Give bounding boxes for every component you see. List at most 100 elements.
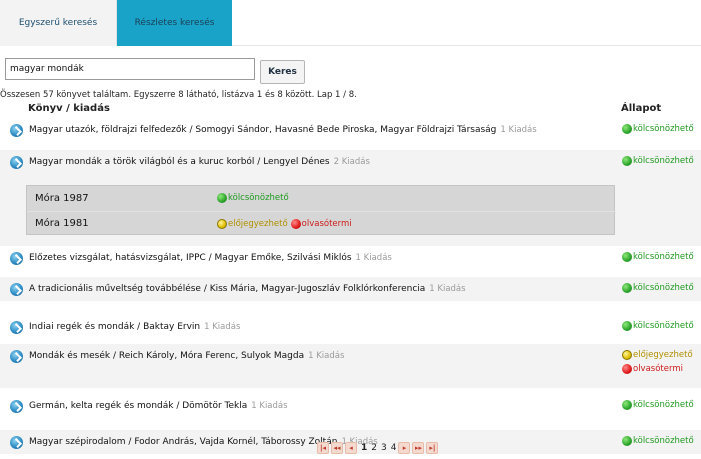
edition-label: Móra 1987 [35, 192, 89, 204]
status-label: olvasótermi [301, 218, 352, 229]
status-green: kölcsönözhető [622, 321, 701, 331]
book-title-link[interactable]: Magyar szépirodalom / Fodor András, Vajd… [29, 437, 337, 447]
prev-page-button[interactable] [345, 442, 357, 454]
status-cell: kölcsönözhető [622, 400, 701, 410]
status-cell: kölcsönözhető [622, 283, 701, 293]
book-title-link[interactable]: Előzetes vizsgálat, hatásvizsgálat, IPPC… [29, 253, 352, 263]
expand-info-icon[interactable] [10, 155, 23, 169]
page-number-link[interactable]: 4 [391, 443, 397, 453]
prev-block-button[interactable] [331, 442, 343, 454]
status-cell: előjegyezhető olvasótermi [622, 350, 701, 374]
status-green: kölcsönözhető [217, 193, 289, 203]
book-title-link[interactable]: Mondák és mesék / Reich Károly, Móra Fer… [29, 351, 304, 361]
status-label: előjegyezhető [228, 218, 288, 229]
result-main: Magyar szépirodalom / Fodor András, Vajd… [0, 430, 620, 454]
book-title-link[interactable]: A tradicionális műveltség továbbélése / … [29, 284, 425, 294]
page-number-link[interactable]: 3 [381, 443, 387, 453]
edition-count[interactable]: 2 Kiadás [334, 157, 370, 167]
status-label: kölcsönözhető [633, 400, 694, 410]
green-dot-icon [217, 193, 227, 203]
column-header-status: Állapot [621, 103, 662, 114]
edition-count[interactable]: 1 Kiadás [251, 401, 287, 411]
result-row: Indiai regék és mondák / Baktay Ervin 1 K… [0, 315, 701, 339]
status-label: kölcsönözhető [633, 252, 694, 262]
page-number-link[interactable]: 1 [361, 443, 367, 453]
status-green: kölcsönözhető [622, 124, 701, 134]
result-main: A tradicionális műveltség továbbélése / … [0, 277, 620, 301]
result-row: Germán, kelta regék és mondák / Dömötör … [0, 394, 701, 418]
expand-info-icon[interactable] [10, 123, 23, 137]
status-label: előjegyezhető [633, 350, 693, 360]
result-main: Előzetes vizsgálat, hatásvizsgálat, IPPC… [0, 246, 620, 270]
status-label: kölcsönözhető [633, 124, 694, 134]
yellow-dot-icon [217, 218, 227, 229]
tab-advanced-search[interactable]: Részletes keresés [117, 0, 232, 46]
next-page-button[interactable] [398, 442, 411, 454]
edition-row[interactable]: Móra 1987 kölcsönözhető [27, 186, 616, 210]
book-title-link[interactable]: Magyar mondák a török világból és a kuru… [29, 157, 330, 167]
status-cell: kölcsönözhető [622, 252, 701, 262]
status-label: kölcsönözhető [633, 436, 694, 446]
book-title-link[interactable]: Germán, kelta regék és mondák / Dömötör … [29, 401, 247, 411]
edition-count[interactable]: 1 Kiadás [308, 351, 344, 361]
edition-count[interactable]: 1 Kiadás [500, 125, 536, 135]
green-dot-icon [622, 400, 632, 410]
search-input[interactable] [5, 58, 255, 80]
book-title-link[interactable]: Indiai regék és mondák / Baktay Ervin [29, 322, 200, 332]
green-dot-icon [622, 156, 632, 166]
expand-info-icon[interactable] [10, 435, 23, 449]
search-button[interactable]: Keres [260, 60, 305, 84]
status-label: olvasótermi [633, 364, 683, 374]
page-number-link[interactable]: 2 [371, 443, 377, 453]
edition-row[interactable]: Móra 1981 előjegyezhető olvasótermi [27, 211, 616, 235]
expand-info-icon[interactable] [10, 349, 23, 363]
pagination: 1234 [317, 441, 440, 455]
yellow-dot-icon [622, 350, 632, 360]
status-green: kölcsönözhető [622, 156, 701, 166]
page-numbers: 1234 [359, 443, 398, 453]
expand-info-icon[interactable] [10, 320, 23, 334]
edition-count[interactable]: 1 Kiadás [356, 253, 392, 263]
book-title-link[interactable]: Magyar utazók, földrajzi felfedezők / So… [29, 125, 496, 135]
first-page-button[interactable] [317, 442, 329, 454]
green-dot-icon [622, 321, 632, 331]
status-green: kölcsönözhető [622, 283, 701, 293]
tab-simple-search[interactable]: Egyszerű keresés [0, 0, 117, 46]
status-label: kölcsönözhető [633, 321, 694, 331]
status-cell: kölcsönözhető [622, 436, 701, 446]
result-main: Magyar utazók, földrajzi felfedezők / So… [0, 118, 620, 142]
status-red: olvasótermi [622, 364, 701, 374]
expand-info-icon[interactable] [10, 282, 23, 296]
edition-status: kölcsönözhető [217, 193, 292, 203]
expand-info-icon[interactable] [10, 251, 23, 265]
edition-count[interactable]: 1 Kiadás [204, 322, 240, 332]
result-row: A tradicionális műveltség továbbélése / … [0, 277, 701, 301]
status-yellow: előjegyezhető [622, 350, 701, 360]
edition-label: Móra 1981 [35, 218, 89, 229]
status-cell: kölcsönözhető [622, 124, 701, 134]
green-dot-icon [622, 283, 632, 293]
status-cell: kölcsönözhető [622, 156, 701, 166]
expand-info-icon[interactable] [10, 399, 23, 413]
status-label: kölcsönözhető [633, 283, 694, 293]
status-label: kölcsönözhető [228, 193, 289, 203]
search-tabs: Egyszerű keresés Részletes keresés [0, 0, 701, 46]
status-yellow: előjegyezhető [217, 218, 288, 229]
status-green: kölcsönözhető [622, 436, 701, 446]
result-main: Germán, kelta regék és mondák / Dömötör … [0, 394, 620, 418]
edition-status: előjegyezhető olvasótermi [217, 218, 355, 229]
edition-count[interactable]: 1 Kiadás [429, 284, 465, 294]
result-main: Indiai regék és mondák / Baktay Ervin 1 K… [0, 315, 620, 339]
red-dot-icon [622, 364, 632, 374]
status-red: olvasótermi [290, 218, 352, 229]
green-dot-icon [622, 436, 632, 446]
result-row: Előzetes vizsgálat, hatásvizsgálat, IPPC… [0, 246, 701, 270]
status-cell: kölcsönözhető [622, 321, 701, 331]
status-green: kölcsönözhető [622, 252, 701, 262]
column-header-book: Könyv / kiadás [28, 103, 110, 114]
result-main: Mondák és mesék / Reich Károly, Móra Fer… [0, 344, 620, 368]
editions-panel: Móra 1987 kölcsönözhető Móra 1981 előjegyez… [26, 185, 616, 235]
result-row: Mondák és mesék / Reich Károly, Móra Fer… [0, 344, 701, 388]
next-block-button[interactable] [412, 442, 425, 454]
last-page-button[interactable] [426, 442, 439, 454]
